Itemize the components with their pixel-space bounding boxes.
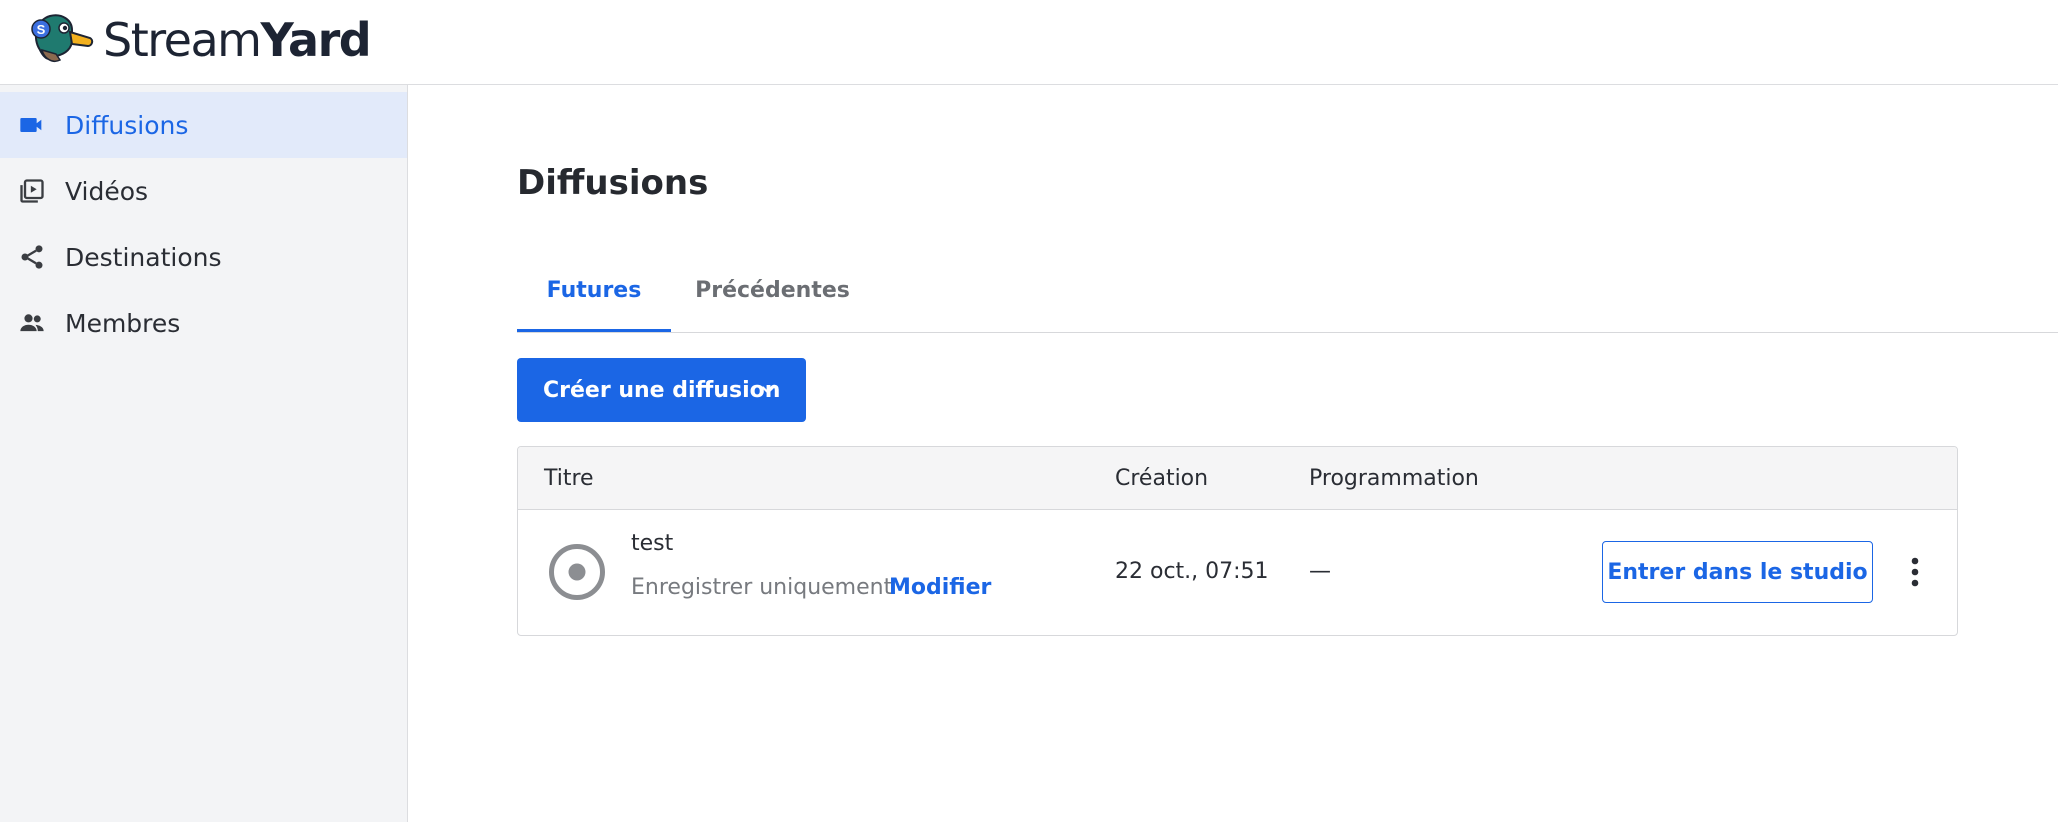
video-camera-icon — [20, 118, 42, 132]
broadcast-title: test — [631, 531, 674, 556]
brand-name-bold: Yard — [260, 13, 371, 67]
sidebar-item-label: Diffusions — [65, 110, 189, 140]
video-library-icon — [20, 179, 44, 203]
column-header-created: Création — [1115, 466, 1209, 491]
logo-badge-letter: S — [37, 22, 46, 37]
streamyard-duck-logo-icon[interactable]: S — [26, 10, 96, 68]
sidebar-item-destinations[interactable]: Destinations — [0, 224, 407, 290]
table-row: test Enregistrer uniquement Modifier 22 … — [518, 511, 1957, 635]
broadcasts-table: Titre Création Programmation test Enregi… — [517, 446, 1958, 636]
share-icon — [21, 245, 43, 269]
sidebar-item-label: Destinations — [65, 242, 222, 272]
tabs-divider — [517, 332, 2058, 333]
enter-studio-button[interactable]: Entrer dans le studio — [1602, 541, 1873, 603]
chevron-down-icon — [761, 386, 775, 394]
tab-precedentes[interactable]: Précédentes — [690, 274, 855, 330]
sidebar-item-membres[interactable]: Membres — [0, 290, 407, 356]
sidebar-item-label: Membres — [65, 308, 181, 338]
column-header-scheduled: Programmation — [1309, 466, 1479, 491]
tab-futures[interactable]: Futures — [517, 274, 671, 332]
record-icon — [549, 544, 605, 600]
sidebar-item-label: Vidéos — [65, 176, 149, 206]
sidebar: Diffusions Vidéos Destinations Membres — [0, 85, 408, 822]
more-vertical-icon[interactable] — [1903, 555, 1927, 589]
create-broadcast-label: Créer une diffusion — [543, 377, 781, 403]
brand-name-light: Stream — [103, 13, 262, 67]
create-broadcast-button[interactable]: Créer une diffusion — [517, 358, 806, 422]
broadcast-scheduled: — — [1309, 559, 1331, 584]
tab-label: Futures — [546, 278, 642, 303]
table-header: Titre Création Programmation — [518, 447, 1957, 510]
column-header-title: Titre — [544, 466, 594, 491]
tab-label: Précédentes — [695, 278, 850, 303]
sidebar-item-videos[interactable]: Vidéos — [0, 158, 407, 224]
enter-studio-label: Entrer dans le studio — [1607, 559, 1868, 585]
broadcast-type: Enregistrer uniquement — [631, 575, 893, 600]
sidebar-item-diffusions[interactable]: Diffusions — [0, 92, 407, 158]
broadcast-created: 22 oct., 07:51 — [1115, 559, 1269, 584]
people-icon — [20, 314, 44, 332]
top-header: S StreamYard — [0, 0, 2058, 85]
brand-wordmark[interactable]: StreamYard — [103, 12, 372, 68]
edit-link[interactable]: Modifier — [889, 575, 991, 600]
page-title: Diffusions — [517, 163, 709, 203]
